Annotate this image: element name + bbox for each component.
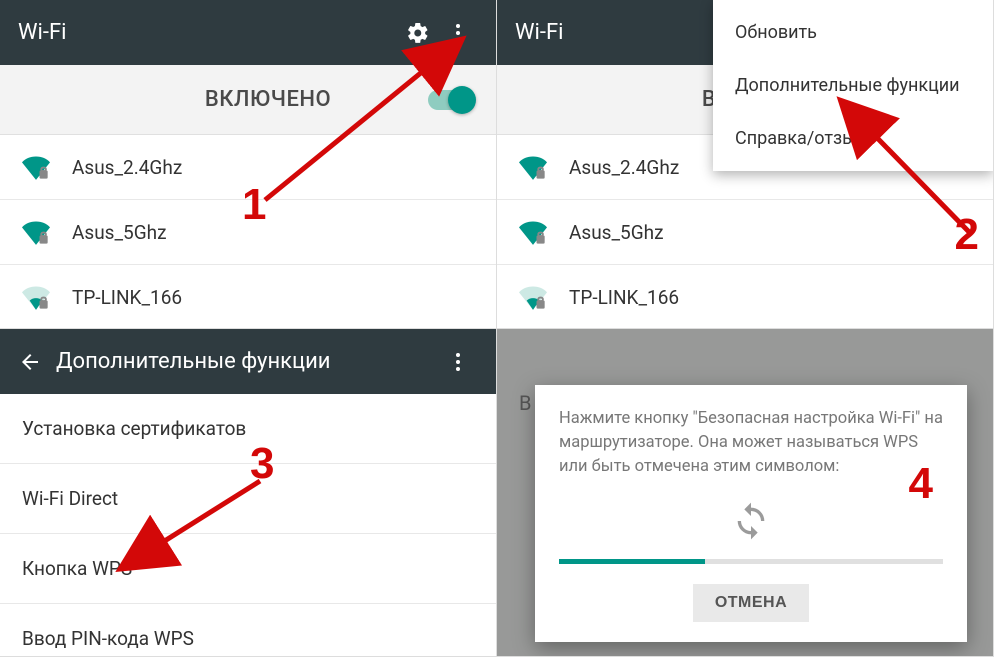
wifi-signal-icon xyxy=(22,218,50,246)
dialog-message: Нажмите кнопку "Безопасная настройка Wi-… xyxy=(559,407,943,479)
overflow-menu: Обновить Дополнительные функции Справка/… xyxy=(713,0,993,171)
wifi-signal-icon xyxy=(519,153,547,181)
wifi-ssid: TP-LINK_166 xyxy=(569,286,679,309)
background-letter: В xyxy=(519,391,531,415)
wps-sync-icon xyxy=(559,501,943,541)
more-vert-icon xyxy=(446,350,470,374)
cancel-button[interactable]: ОТМЕНА xyxy=(693,584,809,622)
settings-button[interactable] xyxy=(398,13,438,53)
gear-icon xyxy=(406,21,430,45)
menu-item-help[interactable]: Справка/отзыв xyxy=(713,112,993,165)
wifi-signal-weak-icon xyxy=(519,283,547,311)
wifi-signal-icon xyxy=(22,153,50,181)
panel-1-wifi-settings: Wi-Fi ВКЛЮЧЕНО Asus_2.4Ghz Asus_5Ghz xyxy=(0,0,497,329)
wifi-network-row[interactable]: TP-LINK_166 xyxy=(0,265,496,329)
panel-3-advanced-functions: Дополнительные функции Установка сертифи… xyxy=(0,329,497,657)
panel-2-wifi-menu-open: Wi-Fi ВКЛЮЧЕНО Asus_2.4Ghz Asus_5Ghz TP-… xyxy=(497,0,994,329)
wifi-signal-weak-icon xyxy=(22,283,50,311)
advanced-item-wifi-direct[interactable]: Wi-Fi Direct xyxy=(0,464,496,534)
wifi-network-row[interactable]: Asus_5Ghz xyxy=(497,200,993,265)
wifi-signal-icon xyxy=(519,218,547,246)
page-title: Wi-Fi xyxy=(18,20,398,45)
wifi-network-row[interactable]: TP-LINK_166 xyxy=(497,265,993,329)
titlebar: Wi-Fi xyxy=(0,0,496,65)
menu-item-refresh[interactable]: Обновить xyxy=(713,6,993,59)
advanced-item-wps-pin[interactable]: Ввод PIN-кода WPS xyxy=(0,604,496,657)
progress-fill xyxy=(559,559,705,564)
wps-dialog: Нажмите кнопку "Безопасная настройка Wi-… xyxy=(535,385,967,642)
wifi-ssid: Asus_5Ghz xyxy=(569,221,664,244)
page-title: Дополнительные функции xyxy=(56,349,438,374)
wifi-ssid: TP-LINK_166 xyxy=(72,286,182,309)
wifi-network-row[interactable]: Asus_5Ghz xyxy=(0,200,496,265)
more-vert-icon xyxy=(446,21,470,45)
panel-4-wps-dialog: В Нажмите кнопку "Безопасная настройка W… xyxy=(497,329,994,657)
wifi-switch-on[interactable] xyxy=(428,90,474,110)
arrow-back-icon xyxy=(18,350,42,374)
progress-bar xyxy=(559,559,943,564)
titlebar: Дополнительные функции xyxy=(0,329,496,394)
back-button[interactable] xyxy=(10,342,50,382)
wifi-enabled-label: ВКЛЮЧЕНО xyxy=(205,87,331,112)
advanced-item-certs[interactable]: Установка сертификатов xyxy=(0,394,496,464)
advanced-item-wps-button[interactable]: Кнопка WPS xyxy=(0,534,496,604)
overflow-menu-button[interactable] xyxy=(438,342,478,382)
wifi-network-row[interactable]: Asus_2.4Ghz xyxy=(0,135,496,200)
overflow-menu-button[interactable] xyxy=(438,13,478,53)
menu-item-advanced[interactable]: Дополнительные функции xyxy=(713,59,993,112)
wifi-toggle-row[interactable]: ВКЛЮЧЕНО xyxy=(0,65,496,135)
wifi-ssid: Asus_2.4Ghz xyxy=(72,156,182,179)
wifi-ssid: Asus_2.4Ghz xyxy=(569,156,679,179)
wifi-ssid: Asus_5Ghz xyxy=(72,221,167,244)
